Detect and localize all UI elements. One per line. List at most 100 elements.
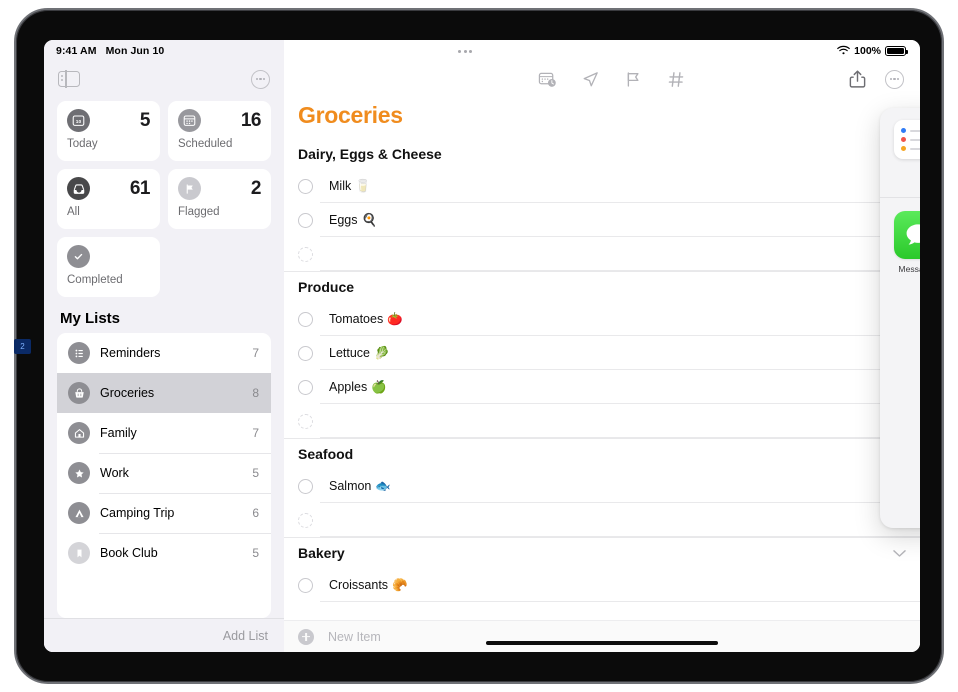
new-item-placeholder-row[interactable] [284,237,920,271]
item-emoji: 🥬 [374,345,390,360]
main-more-options-icon[interactable] [885,69,904,89]
item-checkbox[interactable] [298,212,313,228]
svg-text:10: 10 [76,119,82,125]
share-target-label: Messages [898,264,920,274]
share-sheet-header: Groceries Collaboration [880,108,920,159]
sidebar-item-count: 8 [252,386,259,400]
reminders-list: Groceries Dairy, Eggs & Cheese Milk 🥛 Eg… [284,98,920,620]
plus-circle-icon[interactable] [298,628,314,645]
sidebar-toggle-icon[interactable] [58,70,80,88]
item-checkbox[interactable] [298,478,313,494]
list-item[interactable]: Apples 🍏 [284,370,920,404]
item-checkbox-empty[interactable] [298,413,313,429]
annotation-marker: 2 [14,339,31,354]
item-label: Eggs [329,213,358,227]
sidebar-toolbar [44,60,284,98]
sidebar-item-count: 5 [252,466,259,480]
ipad-screen: 9:41 AM Mon Jun 10 10 5 Today 16 Schedul… [44,40,920,652]
location-arrow-icon[interactable] [581,70,600,89]
item-checkbox[interactable] [298,311,313,327]
smart-list-count: 16 [240,109,262,131]
messages-app-icon [894,211,920,259]
smart-list-label: Completed [67,274,123,286]
hashtag-icon[interactable] [667,70,686,89]
calendar-today-icon: 10 [67,109,90,132]
star-icon [68,462,90,484]
sidebar-item-work[interactable]: Work 5 [57,453,271,493]
battery-icon [885,46,908,56]
list-item[interactable]: Salmon 🐟 [284,469,920,503]
wifi-icon [837,45,850,58]
new-item-placeholder-row[interactable] [284,404,920,438]
item-checkbox-empty[interactable] [298,246,313,262]
bulleted-list-icon [68,342,90,364]
item-label: Milk [329,179,352,193]
sidebar-item-count: 7 [252,426,259,440]
list-item[interactable]: Tomatoes 🍅 [284,302,920,336]
item-emoji: 🥐 [392,577,408,592]
flag-icon [178,177,201,200]
share-icon[interactable] [848,69,867,89]
multitask-handle-icon[interactable] [458,49,472,53]
section-header-produce[interactable]: Produce [284,271,920,302]
item-label: Tomatoes [329,312,384,326]
battery-percent-label: 100% [854,45,881,57]
list-item[interactable]: Milk 🥛 [284,169,920,203]
sidebar-item-groceries[interactable]: Groceries 8 [57,373,271,413]
chevron-down-icon[interactable] [893,545,906,561]
item-emoji: 🐟 [375,478,391,493]
item-checkbox[interactable] [298,178,313,194]
status-bar: 9:41 AM Mon Jun 10 [44,40,284,60]
sidebar-item-count: 6 [252,506,259,520]
share-sheet-permission-row[interactable]: People you invite can add others. [880,159,920,198]
smart-list-today[interactable]: 10 5 Today [57,101,160,161]
item-emoji: 🍅 [387,311,403,326]
sidebar-item-book-club[interactable]: Book Club 5 [57,533,271,573]
device-frame: 9:41 AM Mon Jun 10 10 5 Today 16 Schedul… [14,8,944,684]
smart-list-label: Scheduled [178,138,233,150]
main-status-bar: 100% [284,40,920,60]
flag-icon[interactable] [624,70,643,89]
item-checkbox-empty[interactable] [298,512,313,528]
smart-list-completed[interactable]: Completed [57,237,160,297]
item-checkbox[interactable] [298,577,313,593]
new-item-bar[interactable]: New Item [284,620,920,652]
smart-list-flagged[interactable]: 2 Flagged [168,169,271,229]
section-title: Dairy, Eggs & Cheese [298,146,442,162]
status-time: 9:41 AM [56,45,97,57]
page-title: Groceries [298,102,403,128]
sidebar: 9:41 AM Mon Jun 10 10 5 Today 16 Schedul… [44,40,284,652]
calendar-badge-icon[interactable] [538,70,557,89]
section-header-seafood[interactable]: Seafood [284,438,920,469]
sidebar-more-options-icon[interactable] [251,69,270,89]
list-item[interactable]: Lettuce 🥬 [284,336,920,370]
sidebar-item-camping-trip[interactable]: Camping Trip 6 [57,493,271,533]
item-label: Salmon [329,479,372,493]
share-target-messages[interactable]: Messages [894,211,920,274]
add-list-button[interactable]: Add List [223,629,268,643]
list-item[interactable]: Eggs 🍳 [284,203,920,237]
sidebar-item-label: Work [100,466,129,480]
sidebar-item-family[interactable]: Family 7 [57,413,271,453]
list-item[interactable]: Croissants 🥐 [284,568,920,602]
main-panel: 100% Groceries Dairy, Eggs & Cheese Milk… [284,40,920,652]
tent-icon [68,502,90,524]
smart-list-label: All [67,206,80,218]
share-sheet-app-row: Messages Mail Notes [880,198,920,274]
new-item-input[interactable]: New Item [328,630,381,644]
new-item-placeholder-row[interactable] [284,503,920,537]
my-lists-heading: My Lists [60,310,121,327]
item-checkbox[interactable] [298,345,313,361]
section-header-dairy[interactable]: Dairy, Eggs & Cheese [284,139,920,169]
house-icon [68,422,90,444]
sidebar-item-reminders[interactable]: Reminders 7 [57,333,271,373]
item-label: Lettuce [329,346,371,360]
item-checkbox[interactable] [298,379,313,395]
smart-list-all[interactable]: 61 All [57,169,160,229]
calendar-icon [178,109,201,132]
checkmark-circle-icon [67,245,90,268]
sidebar-footer: Add List [44,618,284,652]
sidebar-item-label: Reminders [100,346,161,360]
smart-list-scheduled[interactable]: 16 Scheduled [168,101,271,161]
section-header-bakery[interactable]: Bakery [284,537,920,568]
